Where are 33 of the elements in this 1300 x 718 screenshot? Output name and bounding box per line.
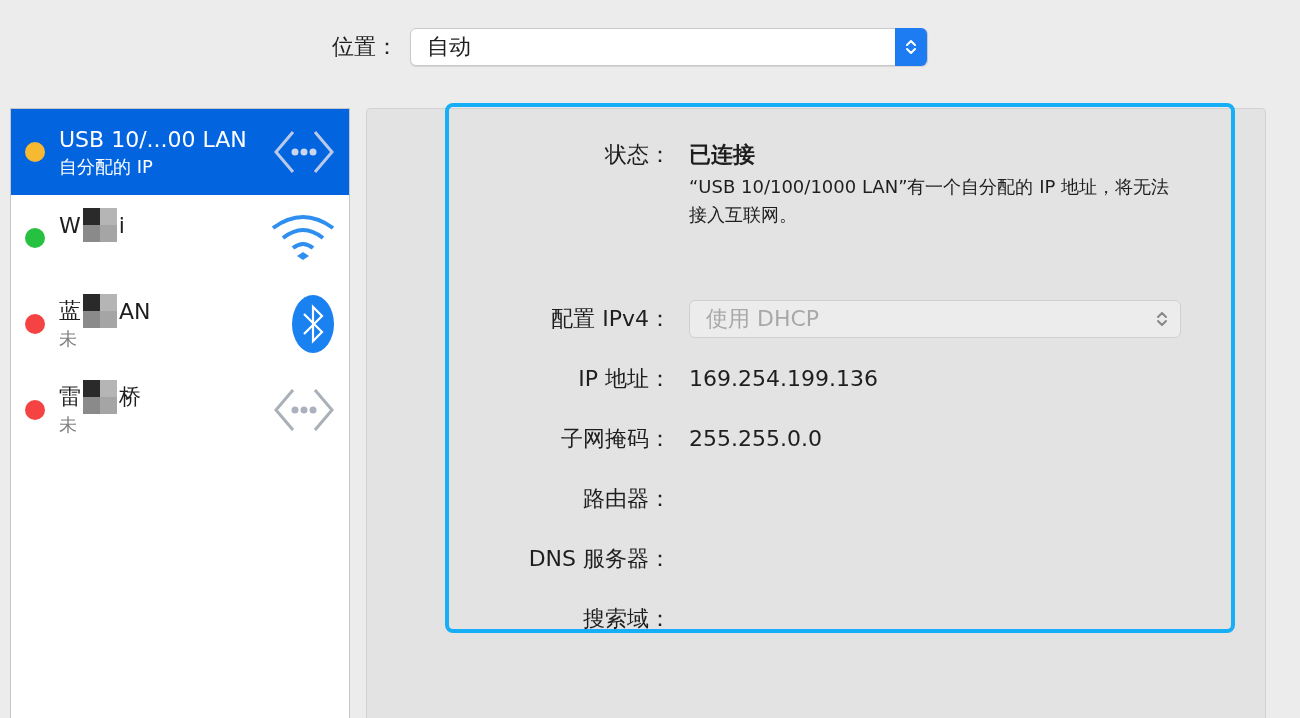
service-status: 未	[59, 328, 77, 349]
service-status: 自分配的 IP	[59, 156, 153, 177]
service-item[interactable]: USB 10/...00 LAN 自分配的 IP	[11, 109, 349, 195]
service-name: 桥	[119, 383, 141, 411]
network-interface-icon	[273, 129, 335, 175]
field-label: 配置 IPv4：	[550, 305, 671, 333]
field-value: 255.255.0.0	[689, 426, 822, 451]
service-name: i	[118, 212, 125, 238]
service-name: AN	[119, 298, 151, 324]
stepper-icon	[905, 37, 917, 57]
service-item[interactable]: 蓝 AN 未	[11, 281, 349, 367]
status-description: “USB 10/100/1000 LAN”有一个自分配的 IP 地址，将无法接入互联网。	[689, 175, 1171, 227]
field-label: 路由器：	[582, 485, 671, 513]
field-value: 169.254.199.136	[689, 366, 878, 391]
service-name: 蓝	[59, 297, 81, 325]
field-label: 状态：	[604, 141, 671, 169]
field-label: DNS 服务器：	[527, 545, 671, 573]
location-label: 位置：	[332, 33, 398, 61]
wifi-icon	[271, 214, 335, 262]
service-name: 雷	[59, 383, 81, 411]
service-item[interactable]: 雷 桥 未	[11, 367, 349, 453]
location-dropdown[interactable]: 自动	[410, 28, 928, 66]
field-label: 子网掩码：	[560, 425, 671, 453]
bluetooth-icon	[291, 294, 335, 354]
service-status: 未	[59, 414, 77, 435]
field-label: 搜索域：	[582, 605, 671, 633]
service-item[interactable]: W i	[11, 195, 349, 281]
stepper-icon	[1156, 309, 1168, 329]
service-name: W	[59, 212, 81, 238]
status-value: 已连接	[689, 141, 756, 169]
field-label: IP 地址：	[577, 365, 671, 393]
network-interface-icon	[273, 387, 335, 433]
service-name: USB 10/...00 LAN	[59, 126, 247, 152]
